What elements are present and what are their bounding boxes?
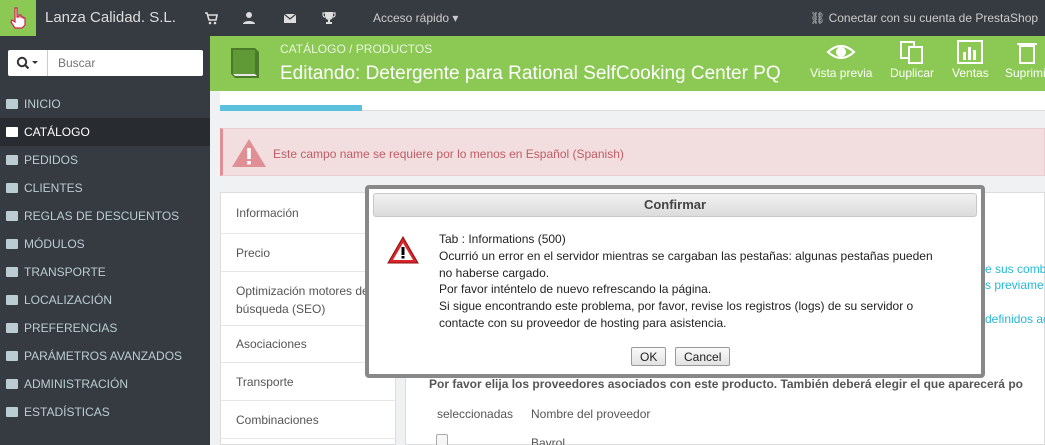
book-icon	[6, 127, 18, 137]
sidebar-item-label: MÓDULOS	[24, 237, 85, 251]
sales-label: Ventas	[952, 66, 989, 80]
delete-label: Suprimir	[1005, 66, 1045, 80]
tags-icon	[6, 211, 18, 221]
info-text-partial: e sus comb	[985, 262, 1045, 276]
tab-strip	[362, 91, 1045, 111]
warning-icon	[232, 139, 266, 167]
bar-chart-icon	[6, 407, 18, 417]
error-alert: Este campo name se requiere por lo menos…	[220, 128, 1045, 176]
sidebar-item-label: ESTADÍSTICAS	[24, 405, 110, 419]
sidebar-item-parametros-avanzados[interactable]: PARÁMETROS AVANZADOS	[0, 342, 210, 370]
book-icon	[231, 48, 259, 78]
supplier-name: Bayrol	[531, 436, 566, 445]
sidebar: INICIO CATÁLOGO PEDIDOS CLIENTES REGLAS …	[0, 36, 210, 445]
sidebar-item-label: PARÁMETROS AVANZADOS	[24, 349, 183, 363]
connect-prestashop-link[interactable]: ⛓ Conectar con su cuenta de PrestaShop	[810, 11, 1038, 25]
sidebar-item-label: CATÁLOGO	[24, 125, 90, 139]
sidebar-item-reglas-descuentos[interactable]: REGLAS DE DESCUENTOS	[0, 202, 210, 230]
user-icon[interactable]	[242, 11, 256, 25]
sidebar-item-clientes[interactable]: CLIENTES	[0, 174, 210, 202]
sidebar-menu: INICIO CATÁLOGO PEDIDOS CLIENTES REGLAS …	[0, 90, 210, 426]
search-icon	[16, 56, 38, 70]
sidebar-item-localizacion[interactable]: LOCALIZACIÓN	[0, 286, 210, 314]
globe-icon	[6, 295, 18, 305]
tab-combinaciones[interactable]: Combinaciones	[221, 401, 397, 439]
trash-icon	[1017, 43, 1038, 64]
trophy-icon[interactable]	[322, 11, 336, 25]
search-input[interactable]	[58, 56, 198, 70]
dialog-line: Si sigue encontrando este problema, por …	[439, 299, 914, 314]
sidebar-item-label: ADMINISTRACIÓN	[24, 377, 129, 391]
sidebar-item-label: PREFERENCIAS	[24, 321, 118, 335]
puzzle-link-icon: ⛓	[810, 11, 826, 25]
search-box	[8, 50, 203, 76]
warning-icon	[387, 236, 419, 264]
dialog-line: Por favor inténtelo de nuevo refrescando…	[439, 282, 712, 297]
cancel-button[interactable]: Cancel	[675, 347, 731, 366]
sidebar-item-label: TRANSPORTE	[24, 265, 106, 279]
quick-access-dropdown[interactable]: Acceso rápido ▾	[373, 11, 458, 25]
credit-card-icon	[6, 155, 18, 165]
quick-access-label: Acceso rápido	[373, 11, 450, 25]
sidebar-item-transporte[interactable]: TRANSPORTE	[0, 258, 210, 286]
sidebar-item-label: REGLAS DE DESCUENTOS	[24, 209, 180, 223]
sidebar-item-label: LOCALIZACIÓN	[24, 293, 113, 307]
sidebar-item-estadisticas[interactable]: ESTADÍSTICAS	[0, 398, 210, 426]
sidebar-item-catalogo[interactable]: CATÁLOGO	[0, 118, 210, 146]
tab-indicator	[220, 91, 362, 111]
dialog-line: Tab : Informations (500)	[439, 232, 566, 246]
sidebar-item-inicio[interactable]: INICIO	[0, 90, 210, 118]
duplicate-label: Duplicar	[890, 66, 935, 80]
dialog-title: Confirmar	[373, 193, 977, 217]
dashboard-icon	[6, 99, 18, 109]
bar-chart-icon	[957, 40, 984, 64]
alert-message: Este campo name se requiere por lo menos…	[273, 147, 624, 161]
sidebar-item-label: CLIENTES	[24, 181, 83, 195]
caret-down-icon: ▾	[452, 11, 459, 25]
duplicate-button[interactable]: Duplicar	[890, 40, 934, 80]
cog-icon	[6, 379, 18, 389]
ok-button[interactable]: OK	[631, 347, 667, 366]
shop-name[interactable]: Lanza Calidad. S.L.	[45, 9, 176, 26]
eye-icon	[826, 44, 856, 60]
dialog-message: Tab : Informations (500) Ocurrió un erro…	[439, 231, 969, 332]
sidebar-item-modulos[interactable]: MÓDULOS	[0, 230, 210, 258]
connect-label: Conectar con su cuenta de PrestaShop	[828, 11, 1039, 25]
logo[interactable]	[0, 0, 36, 36]
breadcrumb[interactable]: CATÁLOGO / PRODUCTOS	[280, 42, 432, 56]
sidebar-item-label: PEDIDOS	[24, 153, 79, 167]
column-header-supplier: Nombre del proveedor	[531, 407, 651, 421]
sidebar-item-preferencias[interactable]: PREFERENCIAS	[0, 314, 210, 342]
sidebar-item-administracion[interactable]: ADMINISTRACIÓN	[0, 370, 210, 398]
truck-icon	[6, 267, 18, 277]
page-header: CATÁLOGO / PRODUCTOS Editando: Detergent…	[210, 36, 1045, 91]
delete-button[interactable]: Suprimir	[1005, 40, 1045, 80]
envelope-icon[interactable]	[283, 11, 297, 25]
wrench-icon	[6, 323, 18, 333]
supplier-checkbox[interactable]	[436, 434, 448, 445]
dialog-line: no haberse cargado.	[439, 265, 550, 280]
suppliers-instructions: Por favor elija los proveedores asociado…	[429, 377, 1023, 391]
cart-icon[interactable]	[204, 11, 218, 25]
column-header-selected: seleccionadas	[437, 407, 514, 421]
copy-icon	[900, 41, 923, 64]
confirm-dialog: Confirmar Tab : Informations (500) Ocurr…	[365, 185, 985, 378]
users-icon	[6, 183, 18, 193]
preview-button[interactable]: Vista previa	[810, 40, 872, 80]
dialog-line: contacte con su proveedor de hosting par…	[439, 315, 727, 330]
puzzle-icon	[6, 239, 18, 249]
page-title: Editando: Detergente para Rational SelfC…	[280, 63, 781, 84]
info-text-partial: s previame	[985, 278, 1044, 292]
sidebar-item-pedidos[interactable]: PEDIDOS	[0, 146, 210, 174]
dialog-line: Ocurrió un error en el servidor mientras…	[439, 248, 933, 263]
top-bar: Lanza Calidad. S.L. Acceso rápido ▾ ⛓ Co…	[0, 0, 1045, 36]
sidebar-item-label: INICIO	[24, 97, 61, 111]
cogs-icon	[6, 351, 18, 361]
info-text-partial: definidos ac	[985, 312, 1045, 326]
preview-label: Vista previa	[810, 66, 873, 80]
search-type-button[interactable]	[8, 50, 48, 76]
hand-pointer-icon	[10, 7, 26, 29]
sales-button[interactable]: Ventas	[952, 40, 989, 80]
